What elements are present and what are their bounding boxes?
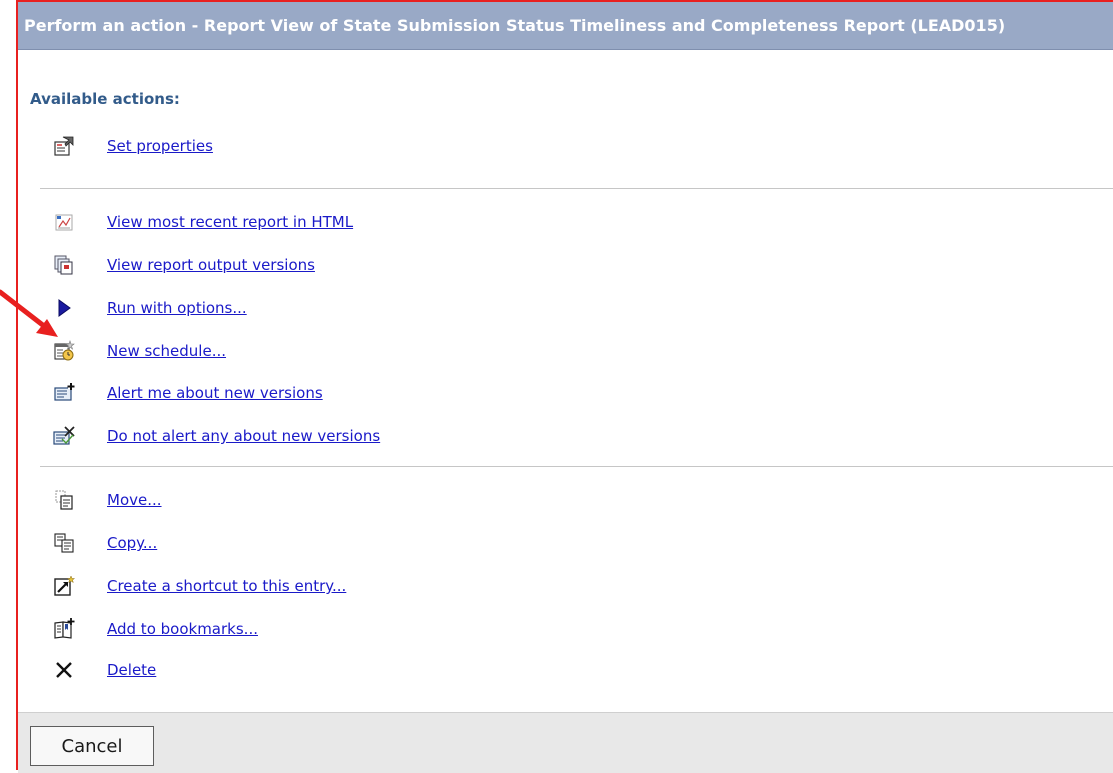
- action-label[interactable]: Copy...: [107, 534, 157, 552]
- action-move[interactable]: Move...: [52, 486, 1052, 514]
- alert-icon: [52, 381, 76, 405]
- action-label[interactable]: Run with options...: [107, 299, 247, 317]
- divider: [40, 188, 1113, 189]
- action-label[interactable]: View most recent report in HTML: [107, 213, 353, 231]
- action-view-output-versions[interactable]: View report output versions: [52, 251, 1052, 279]
- shortcut-icon: [52, 574, 76, 598]
- action-create-shortcut[interactable]: Create a shortcut to this entry...: [52, 572, 1052, 600]
- action-label[interactable]: Alert me about new versions: [107, 384, 323, 402]
- action-add-bookmarks[interactable]: Add to bookmarks...: [52, 615, 1052, 643]
- action-alert-me[interactable]: Alert me about new versions: [52, 379, 1052, 407]
- action-delete[interactable]: Delete: [52, 656, 1052, 684]
- action-view-html[interactable]: View most recent report in HTML: [52, 208, 1052, 236]
- panel-title: Perform an action - Report View of State…: [18, 2, 1113, 50]
- action-label[interactable]: Set properties: [107, 137, 213, 155]
- available-actions-heading: Available actions:: [30, 90, 180, 108]
- action-do-not-alert[interactable]: Do not alert any about new versions: [52, 422, 1052, 450]
- annotation-arrow: [0, 289, 58, 337]
- action-new-schedule[interactable]: New schedule...: [52, 337, 1052, 365]
- bookmark-icon: [52, 617, 76, 641]
- move-icon: [52, 488, 76, 512]
- action-label[interactable]: Move...: [107, 491, 162, 509]
- cancel-button[interactable]: Cancel: [30, 726, 154, 766]
- action-label[interactable]: Add to bookmarks...: [107, 620, 258, 638]
- delete-icon: [52, 658, 76, 682]
- action-label[interactable]: New schedule...: [107, 342, 226, 360]
- action-label[interactable]: Delete: [107, 661, 156, 679]
- action-run-with-options[interactable]: Run with options...: [52, 294, 1052, 322]
- output-versions-icon: [52, 253, 76, 277]
- action-copy[interactable]: Copy...: [52, 529, 1052, 557]
- html-report-icon: [52, 210, 76, 234]
- divider: [40, 466, 1113, 467]
- action-label[interactable]: Create a shortcut to this entry...: [107, 577, 346, 595]
- action-label[interactable]: Do not alert any about new versions: [107, 427, 380, 445]
- action-panel: Perform an action - Report View of State…: [16, 0, 1113, 773]
- action-set-properties[interactable]: Set properties: [52, 132, 1052, 160]
- no-alert-icon: [52, 424, 76, 448]
- properties-icon: [52, 134, 76, 158]
- footer-bar: Cancel: [18, 712, 1113, 773]
- copy-icon: [52, 531, 76, 555]
- action-label[interactable]: View report output versions: [107, 256, 315, 274]
